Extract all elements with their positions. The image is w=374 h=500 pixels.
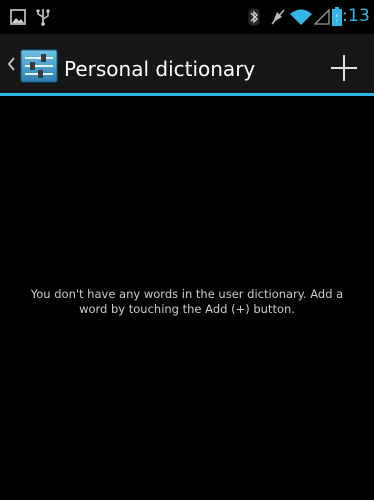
signal-icon bbox=[313, 8, 330, 29]
bluetooth-icon bbox=[248, 8, 260, 30]
back-caret-icon[interactable] bbox=[0, 34, 20, 94]
vibrate-icon bbox=[270, 8, 286, 30]
action-bar-divider bbox=[0, 93, 374, 96]
status-time: 4:13 bbox=[331, 6, 370, 26]
wifi-icon bbox=[290, 9, 312, 29]
add-word-button[interactable] bbox=[324, 48, 364, 88]
empty-state-message: You don't have any words in the user dic… bbox=[30, 287, 344, 316]
plus-icon bbox=[331, 55, 357, 81]
page-title: Personal dictionary bbox=[64, 57, 256, 81]
picture-notification-icon bbox=[10, 9, 26, 29]
status-bar: 4:13 bbox=[0, 0, 374, 34]
usb-icon bbox=[36, 8, 50, 30]
settings-icon[interactable] bbox=[20, 49, 58, 83]
